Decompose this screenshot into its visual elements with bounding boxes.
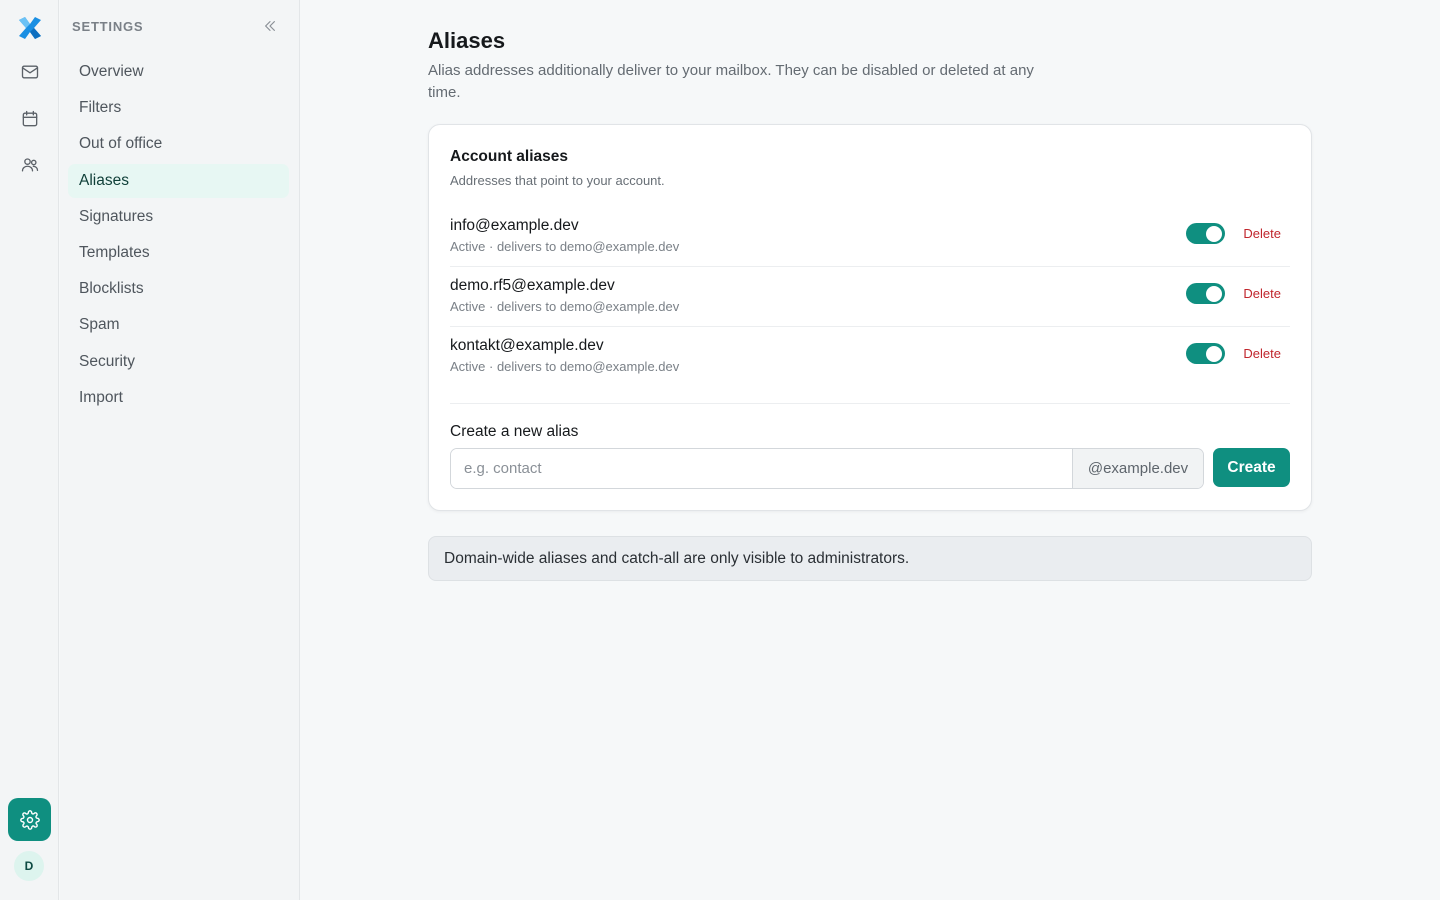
page-description: Alias addresses additionally deliver to … <box>428 62 1034 101</box>
settings-nav-list: Overview Filters Out of office Aliases S… <box>68 55 289 417</box>
alias-enabled-toggle[interactable] <box>1186 223 1225 244</box>
delete-alias-button[interactable]: Delete <box>1243 346 1281 361</box>
domain-suffix: @example.dev <box>1072 449 1203 488</box>
gear-icon <box>19 809 40 830</box>
alias-row: demo.rf5@example.dev Active · delivers t… <box>450 266 1290 327</box>
contacts-icon[interactable] <box>13 148 47 182</box>
admin-notice: Domain-wide aliases and catch-all are on… <box>428 536 1312 581</box>
sidebar-item-security[interactable]: Security <box>68 345 289 379</box>
card-subtitle: Addresses that point to your account. <box>450 173 665 188</box>
mail-icon[interactable] <box>13 55 47 89</box>
alias-email: kontakt@example.dev <box>450 337 604 354</box>
section-divider <box>450 403 1290 404</box>
sidebar-item-overview[interactable]: Overview <box>68 55 289 89</box>
alias-name-input[interactable] <box>451 449 1072 488</box>
alias-email: info@example.dev <box>450 217 579 234</box>
create-alias-input-group: @example.dev <box>450 448 1204 489</box>
sidebar-item-signatures[interactable]: Signatures <box>68 200 289 234</box>
sidebar-item-blocklists[interactable]: Blocklists <box>68 272 289 306</box>
avatar[interactable]: D <box>14 851 44 881</box>
delete-alias-button[interactable]: Delete <box>1243 226 1281 241</box>
delete-alias-button[interactable]: Delete <box>1243 286 1281 301</box>
create-alias-button[interactable]: Create <box>1213 448 1290 487</box>
settings-button[interactable] <box>8 798 51 841</box>
card-title: Account aliases <box>450 148 569 165</box>
sidebar-item-out-of-office[interactable]: Out of office <box>68 127 289 161</box>
sidebar-item-import[interactable]: Import <box>68 381 289 415</box>
sidebar-item-aliases[interactable]: Aliases <box>68 163 289 198</box>
page-title: Aliases <box>428 28 506 53</box>
alias-row: kontakt@example.dev Active · delivers to… <box>450 326 1290 387</box>
app-rail: D <box>0 0 59 900</box>
calendar-icon[interactable] <box>13 102 47 136</box>
alias-status: Active · delivers to demo@example.dev <box>450 299 680 314</box>
sidebar-header: SETTINGS <box>72 17 279 35</box>
alias-email: demo.rf5@example.dev <box>450 277 615 294</box>
alias-status: Active · delivers to demo@example.dev <box>450 239 680 254</box>
settings-sidebar: SETTINGS Overview Filters Out of office … <box>60 0 300 900</box>
sidebar-item-spam[interactable]: Spam <box>68 308 289 342</box>
collapse-sidebar-icon[interactable] <box>261 17 279 35</box>
logo-icon[interactable] <box>16 14 44 42</box>
sidebar-item-templates[interactable]: Templates <box>68 236 289 270</box>
alias-row: info@example.dev Active · delivers to de… <box>450 206 1290 267</box>
sidebar-item-filters[interactable]: Filters <box>68 91 289 125</box>
create-alias-label: Create a new alias <box>450 423 579 440</box>
alias-enabled-toggle[interactable] <box>1186 283 1225 304</box>
sidebar-title: SETTINGS <box>72 18 144 34</box>
account-aliases-card: Account aliases Addresses that point to … <box>428 124 1312 511</box>
alias-status: Active · delivers to demo@example.dev <box>450 359 680 374</box>
alias-enabled-toggle[interactable] <box>1186 343 1225 364</box>
